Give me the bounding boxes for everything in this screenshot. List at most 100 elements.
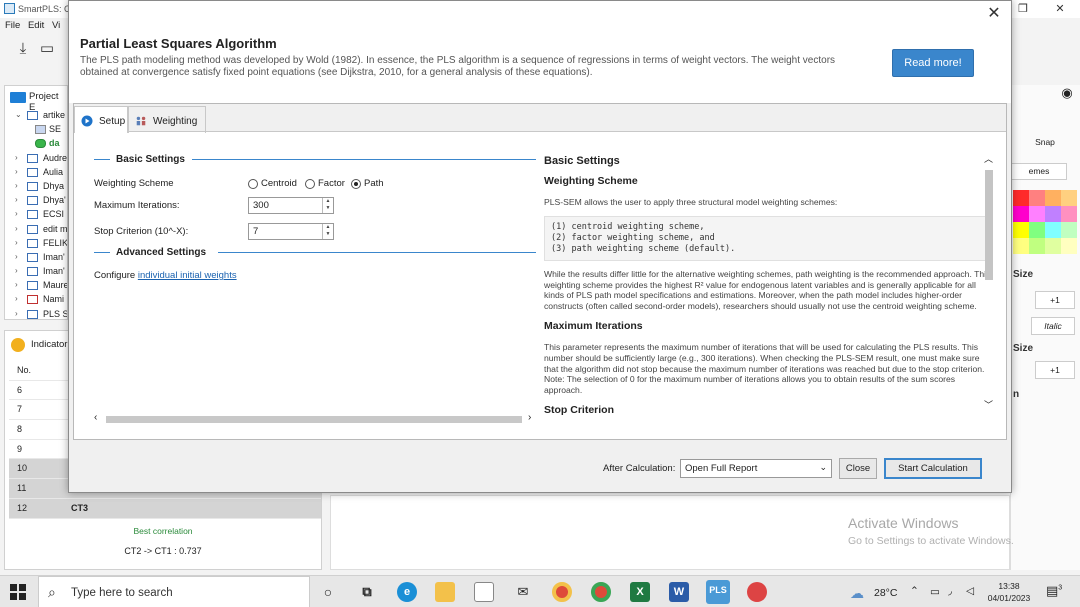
- project-item[interactable]: › ECSI: [5, 207, 67, 221]
- clock[interactable]: 13:38 04/01/2023: [984, 580, 1034, 604]
- stepper-arrows[interactable]: ▲ ▼: [322, 224, 333, 239]
- cortana-icon[interactable]: ○: [318, 582, 338, 602]
- close-icon[interactable]: ✕: [985, 5, 1003, 23]
- initial-weights-link[interactable]: individual initial weights: [138, 270, 237, 281]
- radio-path[interactable]: Path: [351, 178, 384, 189]
- data-item[interactable]: da: [5, 136, 67, 150]
- weather-temp[interactable]: 28°C: [874, 587, 897, 599]
- tab-setup[interactable]: Setup: [74, 106, 128, 133]
- radio-dot-selected: [351, 179, 361, 189]
- search-placeholder: Type here to search: [71, 587, 173, 599]
- windows-start-icon[interactable]: [10, 584, 26, 600]
- scroll-left-icon[interactable]: ‹: [94, 412, 97, 423]
- scrollbar-thumb[interactable]: [106, 416, 522, 423]
- color-palette[interactable]: [1013, 190, 1077, 254]
- scroll-up-icon[interactable]: ︿: [984, 152, 993, 165]
- app-close-button[interactable]: ✕: [1040, 0, 1080, 18]
- scroll-right-icon[interactable]: ›: [528, 412, 531, 423]
- project-item[interactable]: › Aulia: [5, 165, 67, 179]
- max-iterations-input[interactable]: 300 ▲ ▼: [248, 197, 334, 214]
- vertical-scrollbar[interactable]: ︿ ﹀: [982, 148, 996, 424]
- after-calculation-select[interactable]: Open Full Report ⌄: [680, 459, 832, 478]
- section-divider: [192, 159, 536, 160]
- snap-button[interactable]: Snap: [1025, 117, 1065, 157]
- section-divider: [218, 252, 536, 253]
- dialog-title: Partial Least Squares Algorithm: [80, 36, 277, 51]
- project-item[interactable]: ›FELIKS: [5, 236, 67, 250]
- stop-criterion-input[interactable]: 7 ▲ ▼: [248, 223, 334, 240]
- horizontal-scrollbar[interactable]: ‹ ›: [92, 412, 538, 424]
- store-icon[interactable]: [474, 582, 494, 602]
- file-explorer-icon[interactable]: [435, 582, 455, 602]
- task-view-icon[interactable]: ⧉: [357, 582, 377, 602]
- taskbar-search[interactable]: ⌕ Type here to search: [38, 576, 310, 607]
- mail-icon[interactable]: ✉: [513, 582, 533, 602]
- schemes-button[interactable]: emes: [1011, 163, 1067, 180]
- project-item[interactable]: › Audre: [5, 151, 67, 165]
- menu-edit[interactable]: Edit: [28, 20, 44, 31]
- app-title: SmartPLS: C: [18, 4, 71, 14]
- word-icon[interactable]: W: [669, 582, 689, 602]
- scrollbar-thumb[interactable]: [985, 170, 993, 280]
- chevron-up-icon[interactable]: ⌃: [910, 585, 919, 597]
- help-max-iterations-text: This parameter represents the maximum nu…: [544, 341, 985, 396]
- wifi-icon[interactable]: ◞: [948, 585, 952, 597]
- tab-strip: Setup Weighting: [74, 104, 1006, 133]
- project-item[interactable]: › edit m: [5, 222, 67, 236]
- stepper-arrows[interactable]: ▲ ▼: [322, 198, 333, 213]
- radio-dot: [248, 179, 258, 189]
- chrome-2-icon[interactable]: [591, 582, 611, 602]
- radio-centroid[interactable]: Centroid: [248, 178, 297, 189]
- weather-icon[interactable]: ☁: [850, 585, 864, 602]
- table-row[interactable]: 12 CT3: [9, 498, 321, 519]
- italic-button[interactable]: Italic: [1031, 317, 1075, 335]
- new-project-icon[interactable]: ▭: [38, 40, 56, 58]
- model-item[interactable]: SE: [5, 122, 67, 136]
- download-icon[interactable]: ⤓: [14, 40, 32, 58]
- project-item[interactable]: › PLS S: [5, 307, 67, 319]
- project-item[interactable]: › Nami: [5, 292, 67, 306]
- palette-icon[interactable]: ◉: [1055, 85, 1079, 103]
- project-item[interactable]: ⌄ artike: [5, 108, 67, 122]
- search-icon: ⌕: [48, 584, 56, 600]
- project-item[interactable]: › Maure: [5, 278, 67, 292]
- help-heading-basic: Basic Settings: [544, 155, 620, 167]
- settings-pane: Basic Settings Weighting Scheme Centroid…: [78, 134, 536, 434]
- excel-icon[interactable]: X: [630, 582, 650, 602]
- radio-factor[interactable]: Factor: [305, 178, 345, 189]
- tab-weighting[interactable]: Weighting: [128, 106, 206, 133]
- battery-icon[interactable]: ▭: [930, 586, 940, 598]
- menu-file[interactable]: File: [5, 20, 20, 31]
- project-item[interactable]: › Dhya': [5, 193, 67, 207]
- dialog-header: ✕ Partial Least Squares Algorithm The PL…: [69, 1, 1011, 103]
- pls-algorithm-dialog: ✕ Partial Least Squares Algorithm The PL…: [68, 0, 1012, 493]
- help-weighting-text: While the results differ little for the …: [544, 268, 991, 312]
- chrome-icon[interactable]: [552, 582, 572, 602]
- app-icon: [4, 3, 15, 14]
- menu-view[interactable]: Vi: [52, 20, 60, 31]
- activate-windows-watermark: Activate Windows: [848, 515, 959, 531]
- start-calculation-button[interactable]: Start Calculation: [884, 458, 982, 479]
- volume-icon[interactable]: ◁: [966, 585, 974, 597]
- taskbar: ⌕ Type here to search ○ ⧉ e ✉ X W PLS ☁ …: [0, 575, 1080, 607]
- pdf-icon[interactable]: [747, 582, 767, 602]
- best-correlation-label: Best correlation: [133, 526, 193, 536]
- project-item[interactable]: › Dhya: [5, 179, 67, 193]
- edge-icon[interactable]: e: [397, 582, 417, 602]
- model-canvas[interactable]: [330, 495, 1010, 570]
- project-explorer: Project E ⌄ artike SE da › Audre › Aulia › D…: [4, 85, 68, 320]
- scroll-down-icon[interactable]: ﹀: [984, 398, 993, 411]
- close-button[interactable]: Close: [839, 458, 877, 479]
- indicator-title: Indicator: [31, 339, 68, 350]
- project-item[interactable]: › Iman': [5, 250, 67, 264]
- read-more-button[interactable]: Read more!: [892, 49, 974, 77]
- radio-dot: [305, 179, 315, 189]
- configure-weights-text: Configure individual initial weights: [94, 270, 237, 281]
- size-label: Size: [1013, 269, 1034, 280]
- notification-icon[interactable]: ▤3: [1046, 583, 1062, 599]
- size-increase-button[interactable]: +1: [1035, 291, 1075, 309]
- size-increase-button-2[interactable]: +1: [1035, 361, 1075, 379]
- smartpls-icon[interactable]: PLS: [706, 580, 730, 604]
- project-item[interactable]: › Iman': [5, 264, 67, 278]
- help-heading-weighting: Weighting Scheme: [544, 175, 638, 187]
